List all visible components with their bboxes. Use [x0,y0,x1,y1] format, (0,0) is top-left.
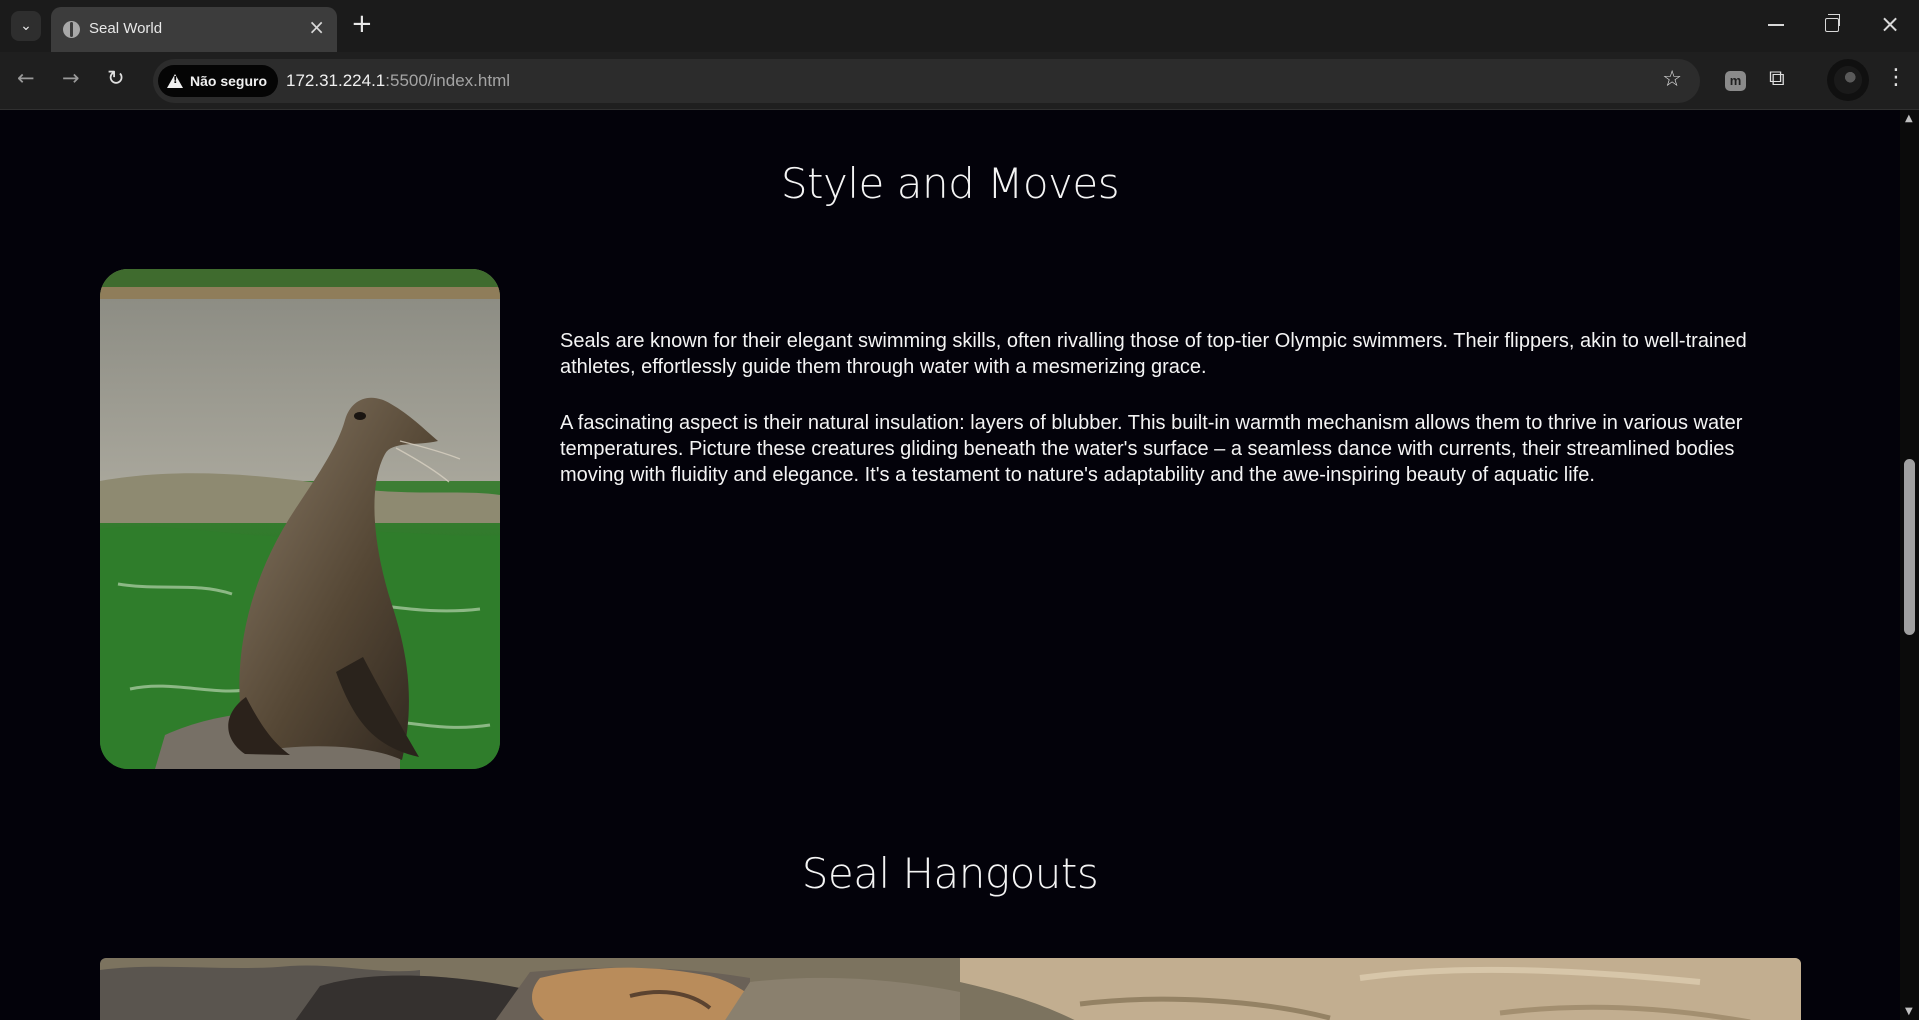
window-close-button[interactable]: × [1880,10,1900,38]
star-icon[interactable]: ☆ [1662,67,1682,92]
avatar [1834,66,1862,94]
url-path: :5500/index.html [385,71,511,90]
page-viewport: Style and Moves Seals are known for thei… [0,110,1919,1020]
security-label: Não seguro [190,73,268,89]
sea-lion-image [100,269,500,769]
tab-close-button[interactable]: × [308,17,325,37]
reload-icon[interactable]: ↻ [107,66,125,90]
url-host: 172.31.224.1 [286,71,386,90]
minimize-icon[interactable] [1768,24,1784,26]
url-text[interactable]: 172.31.224.1:5500/index.html [286,71,510,91]
scroll-up-icon[interactable]: ▲ [1905,113,1913,124]
tab-strip: ⌄ Seal World × + × [0,0,1919,52]
puzzle-icon[interactable]: ⧉ [1769,66,1785,91]
page-scrollbar[interactable]: ▲ ▼ [1900,110,1919,1020]
seal-hangouts-image [100,958,1801,1020]
warning-icon [167,74,183,88]
section-title-style-and-moves: Style and Moves [780,159,1120,208]
section-title-seal-hangouts: Seal Hangouts [801,849,1099,898]
scroll-down-icon[interactable]: ▼ [1905,1006,1913,1017]
new-tab-button[interactable]: + [351,9,373,39]
address-bar[interactable]: Não seguro 172.31.224.1:5500/index.html … [153,59,1700,103]
scroll-thumb[interactable] [1904,459,1915,635]
extension-icon[interactable]: m [1725,71,1746,91]
tab-title: Seal World [89,20,163,37]
browser-window: ⌄ Seal World × + × ← → ↻ Não seguro 172.… [0,0,1919,110]
browser-toolbar: ← → ↻ Não seguro 172.31.224.1:5500/index… [0,52,1919,110]
globe-icon [63,21,80,38]
paragraph-insulation: A fascinating aspect is their natural in… [560,412,1743,486]
restore-icon[interactable] [1825,14,1840,32]
profile-button[interactable] [1827,59,1869,101]
tab-search-icon[interactable]: ⌄ [11,11,41,41]
security-chip[interactable]: Não seguro [158,65,278,97]
style-and-moves-text: Seals are known for their elegant swimmi… [560,328,1790,518]
forward-icon[interactable]: → [62,66,80,90]
menu-icon[interactable]: ⋮ [1885,65,1907,90]
paragraph-swimming: Seals are known for their elegant swimmi… [560,330,1747,378]
back-icon[interactable]: ← [17,66,35,90]
tab-seal-world[interactable]: Seal World × [51,7,337,52]
